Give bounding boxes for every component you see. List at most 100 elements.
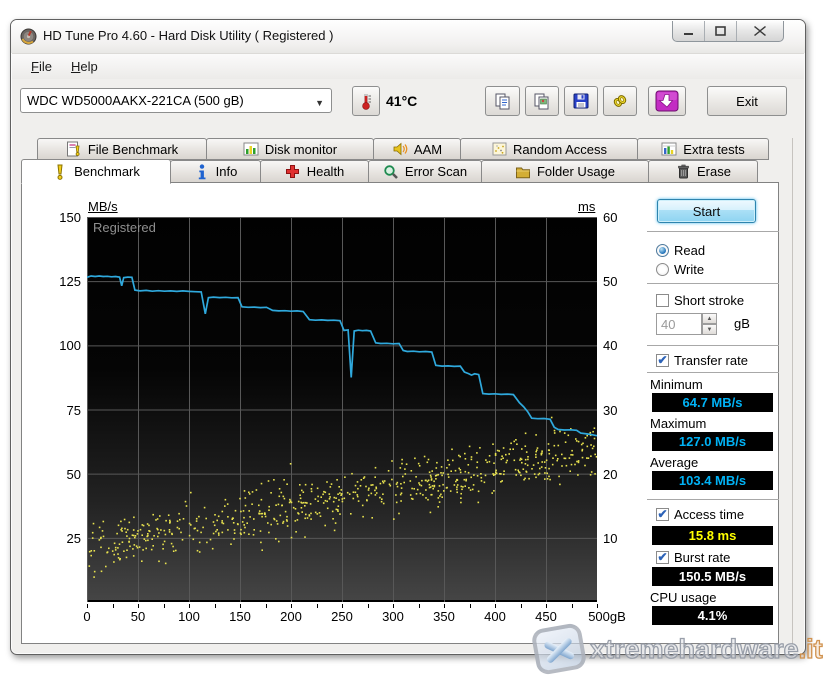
tab-label: AAM xyxy=(413,141,443,157)
window-controls xyxy=(672,21,784,42)
burst-rate-row[interactable]: Burst rate xyxy=(656,550,730,565)
left-axis-tick-label: 125 xyxy=(59,274,81,290)
x-axis-tick xyxy=(316,604,318,608)
tab-info[interactable]: Info xyxy=(170,160,261,183)
tab-error-scan[interactable]: Error Scan xyxy=(368,160,482,183)
right-axis-tick-label: 40 xyxy=(603,338,618,354)
drive-selector[interactable]: WDC WD5000AAKX-221CA (500 gB) ▼ xyxy=(20,88,332,113)
app-icon xyxy=(20,28,37,45)
temperature-value: 41°C xyxy=(386,93,418,109)
cpu-usage-value: 4.1% xyxy=(652,606,773,625)
random-access-icon xyxy=(491,141,507,157)
title-bar: HD Tune Pro 4.60 - Hard Disk Utility ( R… xyxy=(11,20,805,53)
toolbar: WDC WD5000AAKX-221CA (500 gB) ▼ 41°C Exi… xyxy=(12,79,804,130)
write-radio-row[interactable]: Write xyxy=(656,262,704,277)
x-axis-tick xyxy=(214,604,216,608)
read-radio-label: Read xyxy=(674,243,706,258)
x-axis-label: 200 xyxy=(280,609,302,624)
start-button[interactable]: Start xyxy=(657,199,756,223)
read-radio[interactable] xyxy=(656,244,669,257)
burst-rate-checkbox[interactable] xyxy=(656,551,669,564)
benchmark-chart xyxy=(87,217,597,602)
access-time-value: 15.8 ms xyxy=(652,526,773,545)
transfer-rate-row[interactable]: Transfer rate xyxy=(656,353,748,368)
tab-benchmark[interactable]: Benchmark xyxy=(21,159,171,184)
menu-help[interactable]: Help xyxy=(71,59,98,74)
x-axis-tick xyxy=(469,604,471,608)
short-stroke-value-input[interactable]: 40 xyxy=(656,313,702,335)
tab-label: Error Scan xyxy=(404,164,468,179)
write-radio[interactable] xyxy=(656,263,669,276)
file-benchmark-icon xyxy=(66,141,82,157)
save-button[interactable] xyxy=(564,86,598,116)
tab-folder-usage[interactable]: Folder Usage xyxy=(481,160,649,183)
copy-image-button[interactable] xyxy=(525,86,559,116)
divider xyxy=(647,372,779,373)
x-axis-label: 100 xyxy=(178,609,200,624)
short-stroke-unit: gB xyxy=(734,316,750,331)
tab-row-bottom: Benchmark Info Health Error Scan Folder Usag… xyxy=(21,159,758,184)
copy-text-button[interactable] xyxy=(485,86,520,116)
x-axis-tick xyxy=(546,604,547,608)
chevron-down-icon: ▼ xyxy=(315,98,324,108)
access-time-checkbox[interactable] xyxy=(656,508,669,521)
right-axis-tick-label: 60 xyxy=(603,210,618,225)
minimize-button[interactable] xyxy=(673,21,705,41)
tab-extra-tests[interactable]: Extra tests xyxy=(637,138,769,160)
x-axis-tick xyxy=(87,604,88,608)
window-title: HD Tune Pro 4.60 - Hard Disk Utility ( R… xyxy=(43,28,334,43)
tab-label: Disk monitor xyxy=(264,141,338,157)
x-axis-label: 150 xyxy=(229,609,251,624)
drive-selector-value: WDC WD5000AAKX-221CA (500 gB) xyxy=(27,93,244,108)
maximum-value: 127.0 MB/s xyxy=(652,432,773,451)
left-axis-tick-label: 50 xyxy=(66,466,81,482)
divider xyxy=(647,231,779,232)
tools-icon xyxy=(611,92,629,110)
x-axis-tick xyxy=(393,604,394,608)
tab-file-benchmark[interactable]: File Benchmark xyxy=(37,138,207,160)
tab-random-access[interactable]: Random Access xyxy=(460,138,638,160)
tab-disk-monitor[interactable]: Disk monitor xyxy=(206,138,374,160)
menu-bar: File Help xyxy=(12,53,804,79)
average-value: 103.4 MB/s xyxy=(652,471,773,490)
temperature-button[interactable] xyxy=(352,86,380,116)
right-axis-tick-label: 50 xyxy=(603,274,618,290)
erase-icon xyxy=(675,164,691,180)
x-axis-tick xyxy=(189,604,190,608)
stepper-up-button[interactable]: ▲ xyxy=(702,313,717,324)
transfer-rate-checkbox[interactable] xyxy=(656,354,669,367)
tab-erase[interactable]: Erase xyxy=(648,160,758,183)
right-axis-tick-label: 30 xyxy=(603,402,618,418)
exit-button[interactable]: Exit xyxy=(707,86,787,116)
transfer-rate-label: Transfer rate xyxy=(674,353,748,368)
cpu-usage-label: CPU usage xyxy=(650,590,717,605)
x-axis-label: 500gB xyxy=(588,609,626,624)
divider xyxy=(647,499,779,500)
close-button[interactable] xyxy=(737,21,783,41)
x-axis-tick xyxy=(495,604,496,608)
x-axis-label: 400 xyxy=(484,609,506,624)
stepper-down-button[interactable]: ▼ xyxy=(702,324,717,335)
x-axis-tick xyxy=(240,604,241,608)
tools-button[interactable] xyxy=(603,86,637,116)
read-radio-row[interactable]: Read xyxy=(656,243,705,258)
tab-aam[interactable]: AAM xyxy=(373,138,461,160)
tab-health[interactable]: Health xyxy=(260,160,369,183)
short-stroke-row[interactable]: Short stroke xyxy=(656,293,744,308)
average-label: Average xyxy=(650,455,699,470)
x-axis-tick xyxy=(444,604,445,608)
short-stroke-checkbox[interactable] xyxy=(656,294,669,307)
menu-file[interactable]: File xyxy=(31,59,52,74)
right-axis-unit: ms xyxy=(578,199,596,214)
download-button[interactable] xyxy=(648,86,686,116)
burst-rate-value: 150.5 MB/s xyxy=(652,567,773,586)
x-axis-tick xyxy=(520,604,522,608)
short-stroke-stepper: ▲ ▼ xyxy=(702,313,717,335)
access-time-row[interactable]: Access time xyxy=(656,507,744,522)
maximize-button[interactable] xyxy=(705,21,737,41)
extra-tests-icon xyxy=(661,141,677,157)
copy-text-icon xyxy=(494,92,512,110)
x-axis-label: 450 xyxy=(535,609,557,624)
tab-label: Folder Usage xyxy=(536,164,616,179)
download-icon xyxy=(655,90,679,112)
